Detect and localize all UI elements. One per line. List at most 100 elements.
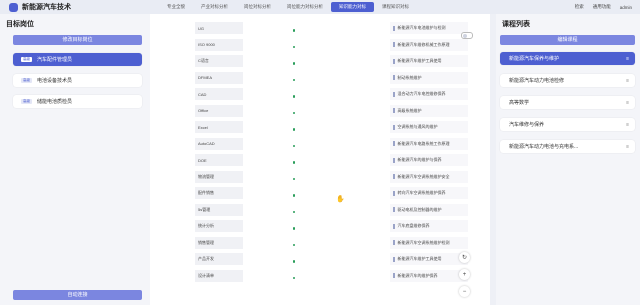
knowledge-label: 新能源汽车空调系统维护检测 [397,239,450,245]
user-center-link[interactable]: 通用功能 [593,4,611,10]
connector-dot[interactable] [292,227,296,230]
connector-dot[interactable] [292,161,296,164]
brand: 新能源汽车技术 [9,2,159,12]
knowledge-item[interactable]: 驱动电机及控制器的维护 [390,203,468,216]
connector-dot[interactable] [292,194,296,197]
menu-icon[interactable]: ≡ [626,144,629,150]
skill-item[interactable]: 配件销售 [195,187,243,199]
connector-dot[interactable] [292,144,296,147]
knowledge-item[interactable]: 制动系统维护 [390,71,468,84]
knowledge-item[interactable]: 转向汽车空调系统维护保养 [390,187,468,199]
post-label: 汽车配件管理员 [37,57,73,63]
connector-dot[interactable] [292,29,296,32]
auto-connect-button[interactable]: 自动连接 [13,290,142,300]
connector-dot[interactable] [292,78,296,81]
post-tag: 高级 [21,57,32,62]
connector-dot[interactable] [292,111,296,114]
knowledge-item[interactable]: 新能源汽车空调系统维护检测 [390,236,468,249]
edit-course-button[interactable]: 编辑课程 [500,35,635,45]
skill-item[interactable]: 统计分析 [195,220,243,232]
knowledge-label: 新能源汽车的维护与保养 [397,157,442,162]
course-label: 汽车维修与保养 [509,122,545,128]
knowledge-item[interactable]: 新能源汽车空调系统维护安全 [390,170,468,183]
knowledge-item[interactable]: 高级系统维护 [390,104,468,117]
course-item[interactable]: 新能源汽车动力电池与充电系... ≡ [500,140,635,153]
course-item[interactable]: 高等数学 ≡ [500,96,635,109]
connector-dot[interactable] [292,177,296,180]
hand-cursor-icon: ✋ [336,196,345,203]
knowledge-item[interactable]: 新能源汽车电路系统工作原理 [390,137,468,150]
nav-tabs: 专业全貌 产业对标分析 岗位对标分析 岗位能力对标分析 知识能力对标 课程知识对… [159,2,417,12]
minus-icon[interactable]: − [459,286,470,297]
post-item[interactable]: 高级 电池设备技术员 [13,74,142,87]
course-item[interactable]: 新能源汽车动力电池检修 ≡ [500,74,635,87]
tab-course-knowledge[interactable]: 课程知识对标 [374,2,417,12]
knowledge-item[interactable]: 空调系统与通风的维护 [390,121,468,133]
knowledge-label: 新能源汽车维护工具使用 [397,256,442,261]
right-panel: 课程列表 编辑课程 新能源汽车保养与维护 ≡ 新能源汽车动力电池检修 ≡ 高等数… [496,14,640,305]
knowledge-item[interactable]: 新能源汽车维修机械工作原理 [390,38,468,51]
top-bar: 新能源汽车技术 专业全貌 产业对标分析 岗位对标分析 岗位能力对标分析 知识能力… [0,0,640,14]
display-toggle[interactable] [461,32,473,39]
tab-knowledge-ability[interactable]: 知识能力对标 [331,2,374,12]
right-panel-title: 课程列表 [502,21,530,28]
connector-column [291,22,297,286]
knowledge-label: 空调系统与通风的维护 [397,124,438,129]
knowledge-item[interactable]: 新能源汽车的维护保养 [390,269,468,282]
menu-icon[interactable]: ≡ [626,100,629,106]
connector-dot[interactable] [292,210,296,213]
course-label: 新能源汽车保养与维护 [509,56,560,62]
refresh-icon[interactable]: ↻ [459,252,470,263]
skill-item[interactable]: UG [195,22,243,34]
skill-item[interactable]: 产品开发 [195,253,243,265]
knowledge-label: 转向汽车空调系统维护保养 [397,190,446,195]
tab-post[interactable]: 岗位对标分析 [236,2,279,12]
knowledge-item[interactable]: 混合动力汽车电控维修保养 [390,88,468,100]
knowledge-item[interactable]: 汽车底盘维修保养 [390,220,468,232]
skill-item[interactable]: 物流管理 [195,170,243,183]
search-link[interactable]: 检索 [575,4,584,10]
skill-item[interactable]: Office [195,104,243,117]
course-item[interactable]: 汽车维修与保养 ≡ [500,118,635,131]
skill-item[interactable]: CAD [195,88,243,100]
skill-item[interactable]: DOE [195,154,243,166]
connector-dot[interactable] [292,95,296,98]
connector-dot[interactable] [292,62,296,65]
tab-overview[interactable]: 专业全貌 [159,2,193,12]
knowledge-item[interactable]: 新能源汽车电池维护与检测 [390,22,468,34]
connector-dot[interactable] [292,45,296,48]
skill-item[interactable]: 5s管理 [195,203,243,216]
user-menu[interactable]: admin [620,5,632,10]
post-label: 储能电池质检员 [37,99,73,105]
post-item[interactable]: 高级 汽车配件管理员 [13,53,142,66]
knowledge-label: 新能源汽车电池维护与检测 [397,25,446,30]
knowledge-label: 汽车底盘维修保养 [397,223,430,228]
connector-dot[interactable] [292,128,296,131]
post-item[interactable]: 高级 储能电池质检员 [13,95,142,108]
connector-dot[interactable] [292,243,296,246]
tab-industry[interactable]: 产业对标分析 [193,2,236,12]
skill-item[interactable]: 销售管理 [195,236,243,249]
skill-item[interactable]: DFMEA [195,71,243,84]
edit-post-button[interactable]: 修改目标岗位 [13,35,142,45]
connector-dot[interactable] [292,260,296,263]
course-item[interactable]: 新能源汽车保养与维护 ≡ [500,52,635,65]
knowledge-label: 制动系统维护 [397,74,422,80]
menu-icon[interactable]: ≡ [626,56,629,62]
course-knowledge-column: 新能源汽车电池维护与检测 新能源汽车维修机械工作原理 新能源汽车维护工具使用 制… [390,22,468,286]
skill-item[interactable]: Excel [195,121,243,133]
menu-icon[interactable]: ≡ [626,78,629,84]
knowledge-item[interactable]: 新能源汽车维护工具使用 [390,55,468,67]
tab-post-ability[interactable]: 岗位能力对标分析 [279,2,331,12]
menu-icon[interactable]: ≡ [626,122,629,128]
skill-item[interactable]: 设计清单 [195,269,243,282]
knowledge-label: 混合动力汽车电控维修保养 [397,91,446,96]
skill-item[interactable]: AutoCAD [195,137,243,150]
skill-item[interactable]: ISO 9000 [195,38,243,51]
knowledge-item[interactable]: 新能源汽车的维护与保养 [390,154,468,166]
skill-item[interactable]: C语言 [195,55,243,67]
plus-icon[interactable]: + [459,269,470,280]
connector-dot[interactable] [292,276,296,279]
knowledge-label: 新能源汽车维护工具使用 [397,58,442,63]
knowledge-item[interactable]: 新能源汽车维护工具使用 [390,253,468,265]
